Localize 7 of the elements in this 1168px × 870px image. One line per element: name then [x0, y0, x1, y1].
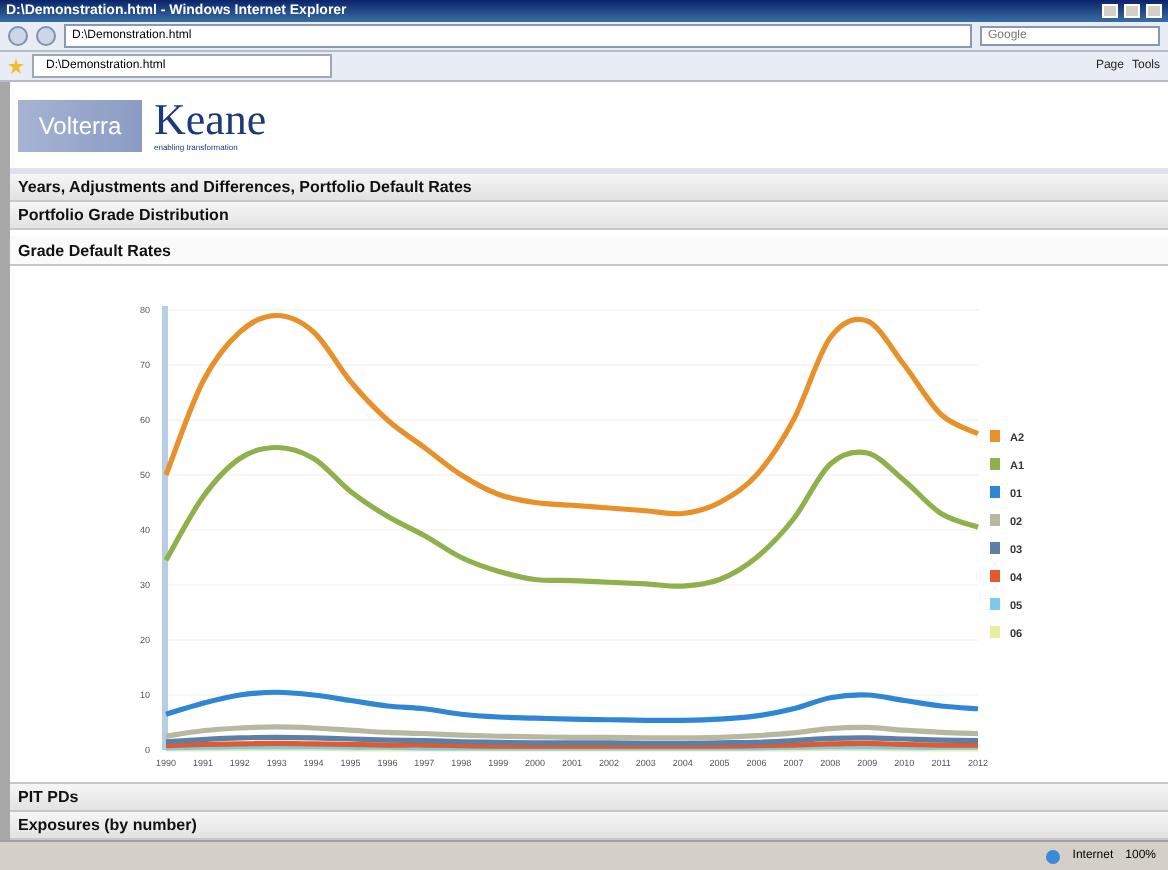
section-header[interactable]: Grade Default Rates: [10, 236, 1168, 266]
logo-wordmark: Keane: [154, 98, 267, 142]
section-header[interactable]: Years, Adjustments and Differences, Portfolio Default Rates: [10, 174, 1168, 202]
section-header[interactable]: PIT PDs: [10, 784, 1168, 812]
section-header[interactable]: Portfolio Grade Distribution: [10, 202, 1168, 230]
brand-logo: Volterra: [18, 99, 142, 151]
section-header[interactable]: Exposures (by number): [10, 812, 1168, 840]
